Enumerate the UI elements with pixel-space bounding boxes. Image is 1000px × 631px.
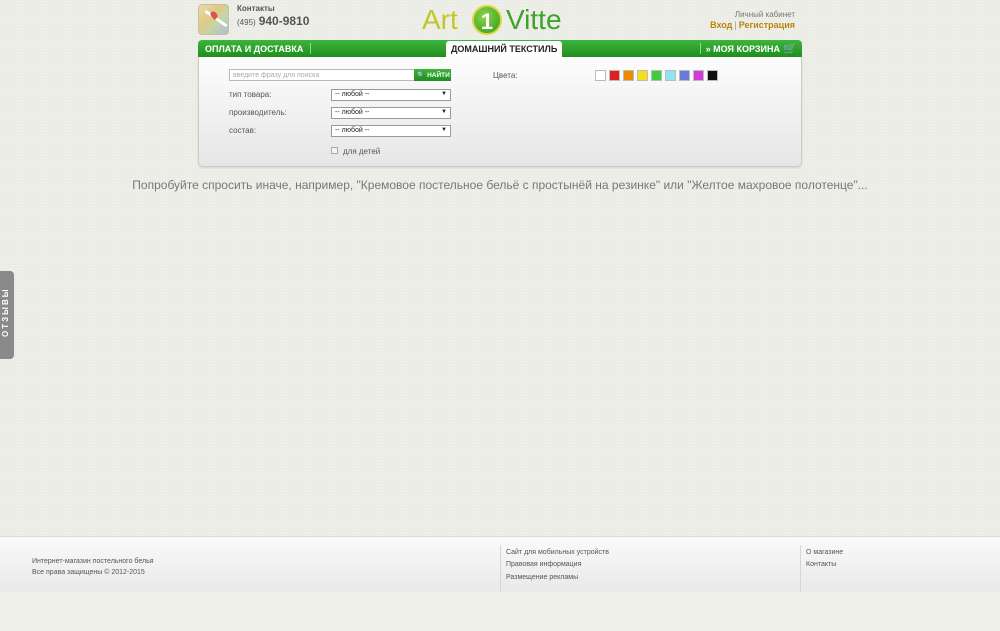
filter-type-select[interactable]: -- любой -- ▼ (331, 89, 451, 101)
site-footer: Интернет-магазин постельного белья Все п… (0, 536, 1000, 593)
map-icon[interactable] (198, 4, 229, 35)
footer-bottom (0, 592, 1000, 631)
main-nav: ОПЛАТА И ДОСТАВКА ДОМАШНИЙ ТЕКСТИЛЬ » МО… (198, 40, 802, 57)
filter-composition-select[interactable]: -- любой -- ▼ (331, 125, 451, 137)
cart-label: МОЯ КОРЗИНА (713, 44, 780, 54)
footer-link-mobile[interactable]: Сайт для мобильных устройств (506, 549, 609, 556)
search-panel: 🔍НАЙТИ тип товара: -- любой -- ▼ производ… (198, 57, 802, 167)
chevron-down-icon: ▼ (441, 109, 447, 115)
site-logo[interactable]: Art 1 Vitte (422, 2, 582, 38)
auth-separator: | (734, 20, 737, 30)
logo-text-art: Art (422, 4, 458, 35)
filter-manufacturer-select[interactable]: -- любой -- ▼ (331, 107, 451, 119)
color-swatch[interactable] (609, 70, 620, 81)
phone-code: (495) (237, 18, 256, 27)
filter-composition-label: состав: (229, 126, 257, 135)
contacts-link[interactable]: Контакты (237, 4, 275, 13)
footer-link-legal[interactable]: Правовая информация (506, 561, 581, 568)
cart-icon[interactable]: 🛒 (783, 42, 797, 55)
footer-link-contacts[interactable]: Контакты (806, 561, 836, 568)
kids-checkbox[interactable] (331, 147, 338, 154)
search-input[interactable] (229, 69, 415, 81)
filter-manufacturer-value: -- любой -- (335, 109, 370, 116)
color-swatch[interactable] (707, 70, 718, 81)
nav-my-cart[interactable]: » МОЯ КОРЗИНА (706, 44, 780, 54)
color-swatch[interactable] (623, 70, 634, 81)
site-header: Контакты (495) 940-9810 Art 1 Vitte Личны… (198, 0, 802, 40)
kids-checkbox-label[interactable]: для детей (343, 147, 380, 156)
filter-type-label: тип товара: (229, 90, 272, 99)
register-link[interactable]: Регистрация (739, 20, 795, 30)
footer-link-ads[interactable]: Размещение рекламы (506, 574, 578, 581)
search-button-label: НАЙТИ (427, 72, 450, 79)
color-swatch[interactable] (665, 70, 676, 81)
color-swatch[interactable] (693, 70, 704, 81)
color-swatch[interactable] (595, 70, 606, 81)
colors-label: Цвета: (493, 71, 518, 80)
phone-number: (495) 940-9810 (237, 14, 309, 28)
filter-type-value: -- любой -- (335, 91, 370, 98)
footer-shop-name: Интернет-магазин постельного белья (32, 558, 154, 565)
tab-home-textile[interactable]: ДОМАШНИЙ ТЕКСТИЛЬ (446, 41, 563, 57)
footer-divider (500, 545, 501, 593)
phone-digits: 940-9810 (258, 14, 310, 28)
filter-manufacturer-label: производитель: (229, 108, 287, 117)
footer-divider (800, 545, 801, 593)
chevron-down-icon: ▼ (441, 127, 447, 133)
color-swatches (595, 70, 718, 81)
filter-composition-value: -- любой -- (335, 127, 370, 134)
logo-text-vitte: Vitte (506, 4, 562, 35)
color-swatch[interactable] (679, 70, 690, 81)
footer-link-about[interactable]: О магазине (806, 549, 843, 556)
login-link[interactable]: Вход (710, 20, 732, 30)
reviews-tab[interactable]: ОТЗЫВЫ (0, 271, 14, 359)
cart-chevron-icon: » (705, 44, 711, 54)
footer-copyright: Все права защищены © 2012-2015 (32, 569, 145, 576)
search-icon: 🔍 (417, 72, 426, 79)
search-hint: Попробуйте спросить иначе, например, "Кр… (132, 178, 868, 192)
nav-divider (700, 43, 701, 54)
search-button[interactable]: 🔍 НАЙТИ (414, 69, 451, 81)
cabinet-label: Личный кабинет (734, 10, 795, 19)
nav-payment-delivery[interactable]: ОПЛАТА И ДОСТАВКА (205, 44, 303, 54)
auth-links: Вход | Регистрация (710, 20, 795, 30)
nav-divider (310, 43, 311, 54)
color-swatch[interactable] (651, 70, 662, 81)
logo-mark-icon: 1 (472, 5, 502, 35)
chevron-down-icon: ▼ (441, 91, 447, 97)
reviews-tab-label: ОТЗЫВЫ (1, 287, 10, 337)
color-swatch[interactable] (637, 70, 648, 81)
